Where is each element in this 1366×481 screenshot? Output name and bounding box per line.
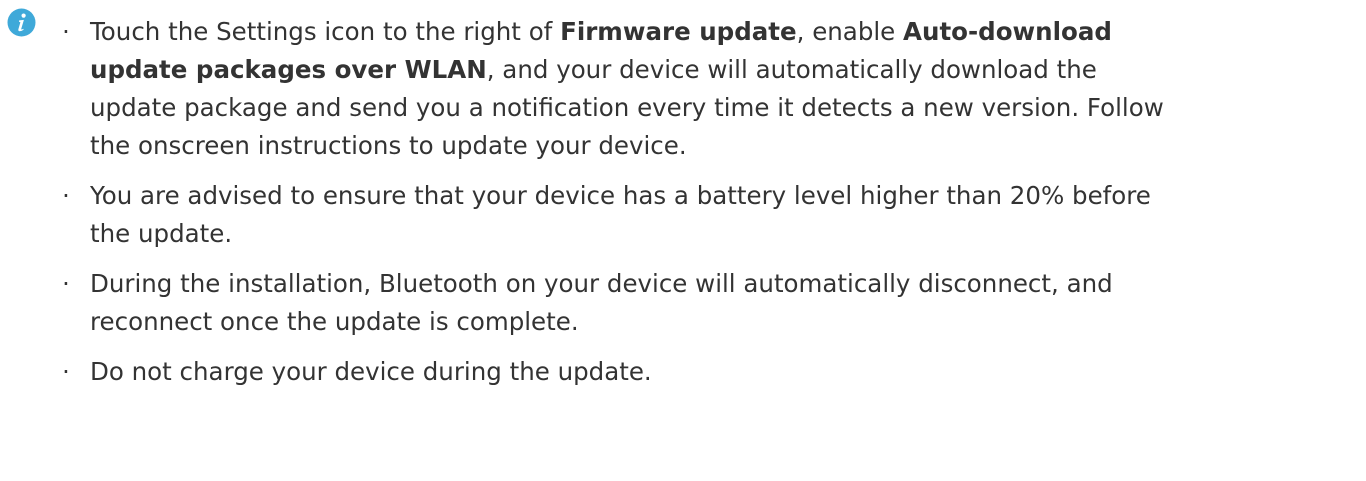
note-text: , enable: [796, 17, 904, 46]
bullet-marker: ·: [62, 18, 70, 46]
bullet-marker: ·: [62, 270, 70, 298]
note-line: Do not charge your device during the upd…: [90, 353, 1358, 391]
notes-list: · Touch the Settings icon to the right of…: [0, 13, 1366, 403]
note-text: Touch the Settings icon to the right of: [90, 17, 561, 46]
note-text: update package and send you a notificati…: [90, 93, 1164, 122]
bold-term: update packages over WLAN: [90, 55, 487, 84]
note-text: reconnect once the update is complete.: [90, 307, 579, 336]
note-line: the update.: [90, 215, 1358, 253]
note-item: · During the installation, Bluetooth on y…: [0, 265, 1366, 341]
note-text: During the installation, Bluetooth on yo…: [90, 269, 1113, 298]
note-item: · Touch the Settings icon to the right of…: [0, 13, 1366, 165]
bullet-marker: ·: [62, 358, 70, 386]
note-text: the onscreen instructions to update your…: [90, 131, 687, 160]
note-text: the update.: [90, 219, 233, 248]
note-line: You are advised to ensure that your devi…: [90, 177, 1358, 215]
note-line: reconnect once the update is complete.: [90, 303, 1358, 341]
note-item: · Do not charge your device during the up…: [0, 353, 1366, 391]
bold-term: Firmware update: [560, 17, 797, 46]
note-text: , and your device will automatically dow…: [486, 55, 1097, 84]
info-note: · Touch the Settings icon to the right of…: [0, 0, 1366, 481]
note-item: · You are advised to ensure that your dev…: [0, 177, 1366, 253]
note-text: You are advised to ensure that your devi…: [90, 181, 1151, 210]
bullet-marker: ·: [62, 182, 70, 210]
note-line: update package and send you a notificati…: [90, 89, 1358, 127]
note-line: Touch the Settings icon to the right of …: [90, 13, 1358, 51]
note-line: the onscreen instructions to update your…: [90, 127, 1358, 165]
note-line: During the installation, Bluetooth on yo…: [90, 265, 1358, 303]
note-text: Do not charge your device during the upd…: [90, 357, 652, 386]
note-line: update packages over WLAN, and your devi…: [90, 51, 1358, 89]
bold-term: Auto-download: [903, 17, 1112, 46]
